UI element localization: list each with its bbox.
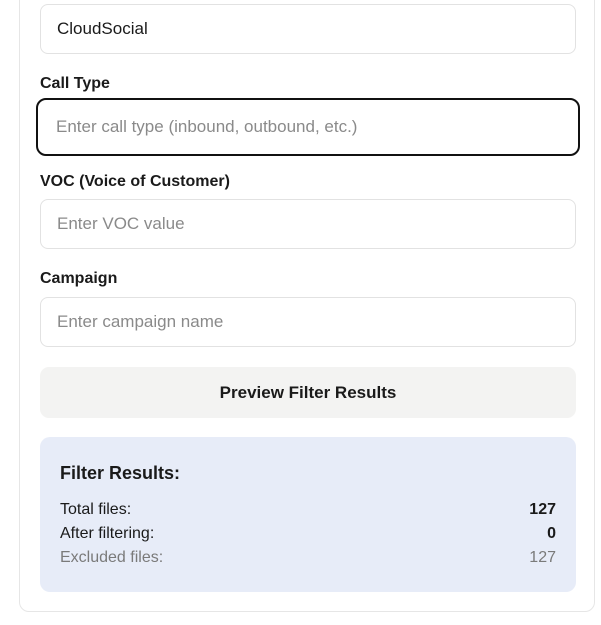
filter-results-title: Filter Results: (60, 463, 181, 483)
campaign-input[interactable] (41, 298, 575, 346)
campaign-label: Campaign (40, 270, 118, 287)
filter-results-panel: Filter Results: Total files: 127 After f… (40, 437, 576, 592)
excluded-files-label: Excluded files: (60, 549, 164, 566)
voc-field[interactable] (40, 199, 576, 249)
excluded-files-row: Excluded files: 127 (60, 549, 556, 571)
source-input[interactable] (41, 5, 575, 53)
call-type-input[interactable] (38, 100, 578, 154)
total-files-row: Total files: 127 (60, 501, 556, 523)
source-field[interactable] (40, 4, 576, 54)
preview-filter-results-button[interactable]: Preview Filter Results (40, 367, 576, 418)
after-filtering-row: After filtering: 0 (60, 525, 556, 547)
call-type-field[interactable] (36, 98, 580, 156)
total-files-label: Total files: (60, 501, 132, 518)
voc-label: VOC (Voice of Customer) (40, 173, 230, 190)
after-filtering-value: 0 (547, 525, 556, 542)
excluded-files-value: 127 (529, 549, 556, 566)
call-type-label: Call Type (40, 75, 110, 92)
total-files-value: 127 (529, 501, 556, 518)
after-filtering-label: After filtering: (60, 525, 155, 542)
campaign-field[interactable] (40, 297, 576, 347)
voc-input[interactable] (41, 200, 575, 248)
